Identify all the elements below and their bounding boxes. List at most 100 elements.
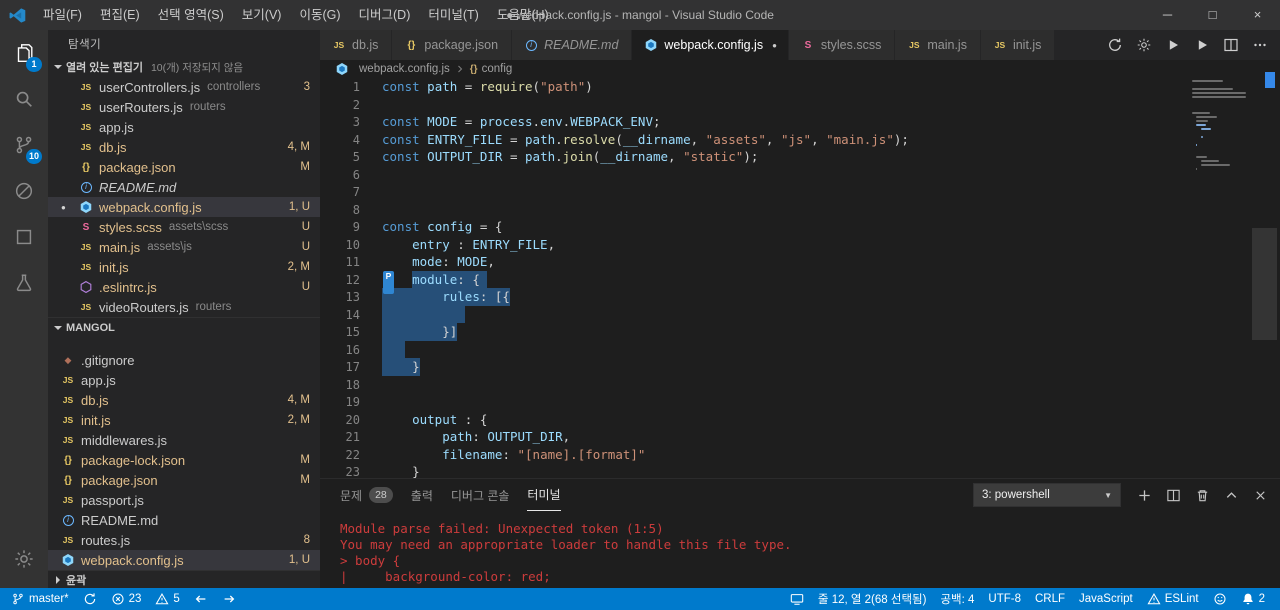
code-line-1[interactable]: 1 const path = require("path") xyxy=(320,78,1280,96)
split-editor-icon[interactable] xyxy=(1166,488,1181,503)
code-line-7[interactable]: 7 xyxy=(320,183,1280,201)
file-row-passport.js[interactable]: JS passport.js xyxy=(48,490,320,510)
tab-db.js[interactable]: JS db.js xyxy=(320,30,393,60)
code-line-22[interactable]: 22 filename: "[name].[format]" xyxy=(320,446,1280,464)
maximize-button[interactable]: □ xyxy=(1190,0,1235,30)
code-line-3[interactable]: 3 const MODE = process.env.WEBPACK_ENV; xyxy=(320,113,1280,131)
menu-item-1[interactable]: 편집(E) xyxy=(91,0,149,30)
status-errors[interactable]: 23 xyxy=(104,588,149,610)
status-git-branch[interactable]: master* xyxy=(4,588,76,610)
code-line-15[interactable]: 15 }] xyxy=(320,323,1280,341)
terminal-output[interactable]: Module parse failed: Unexpected token (1… xyxy=(320,511,1280,585)
panel-tab-1[interactable]: 출력 xyxy=(411,479,433,511)
menu-item-6[interactable]: 터미널(T) xyxy=(419,0,487,30)
activity-debug[interactable] xyxy=(0,168,48,214)
file-row-videoRouters.js[interactable]: JS videoRouters.js routers xyxy=(48,297,320,317)
tab-main.js[interactable]: JS main.js xyxy=(895,30,981,60)
code-line-12[interactable]: 12 P module: { xyxy=(320,270,1280,294)
code-line-16[interactable]: 16 xyxy=(320,340,1280,358)
status-nav-back[interactable] xyxy=(187,588,215,610)
code-line-14[interactable]: 14 xyxy=(320,305,1280,323)
menu-item-4[interactable]: 이동(G) xyxy=(290,0,349,30)
status-cursor-position[interactable]: 줄 12, 열 2(68 선택됨) xyxy=(811,588,934,610)
file-row-styles.scss[interactable]: Sstyles.scss assets\scss U xyxy=(48,217,320,237)
status-language-mode[interactable]: JavaScript xyxy=(1072,588,1140,610)
panel-tab-3[interactable]: 터미널 xyxy=(527,479,561,511)
gear-icon[interactable] xyxy=(1136,37,1152,53)
file-row-routes.js[interactable]: JS routes.js 8 xyxy=(48,530,320,550)
split-editor-icon[interactable] xyxy=(1223,37,1239,53)
status-indentation[interactable]: 공백: 4 xyxy=(933,588,981,610)
file-row-userControllers.js[interactable]: JS userControllers.js controllers 3 xyxy=(48,77,320,97)
code-line-4[interactable]: 4 const ENTRY_FILE = path.resolve(__dirna… xyxy=(320,131,1280,149)
file-row-README.md[interactable]: i README.md xyxy=(48,510,320,530)
chevron-up-icon[interactable] xyxy=(1224,488,1239,503)
file-row-.gitignore[interactable]: ◆ .gitignore xyxy=(48,350,320,370)
file-row-middlewares.js[interactable]: JS middlewares.js xyxy=(48,430,320,450)
open-editors-header[interactable]: 열려 있는 편집기 10(개) 저장되지 않음 xyxy=(48,57,320,77)
run-icon[interactable] xyxy=(1194,37,1210,53)
file-row-README.md[interactable]: i README.md xyxy=(48,177,320,197)
code-line-2[interactable]: 2 xyxy=(320,96,1280,114)
status-sync[interactable] xyxy=(76,588,104,610)
menu-item-3[interactable]: 보기(V) xyxy=(233,0,291,30)
file-row-db.js[interactable]: JS db.js 4, M xyxy=(48,390,320,410)
file-row-app.js[interactable]: JS app.js xyxy=(48,117,320,137)
code-line-21[interactable]: 21 path: OUTPUT_DIR, xyxy=(320,428,1280,446)
file-row-package-lock.json[interactable]: {} package-lock.json M xyxy=(48,450,320,470)
code-line-6[interactable]: 6 xyxy=(320,166,1280,184)
tab-styles.scss[interactable]: Sstyles.scss xyxy=(788,30,896,60)
menu-item-2[interactable]: 선택 영역(S) xyxy=(149,0,233,30)
breadcrumb-item[interactable]: config xyxy=(482,63,513,75)
minimap[interactable] xyxy=(1192,80,1248,172)
code-line-18[interactable]: 18 xyxy=(320,376,1280,394)
close-icon[interactable] xyxy=(1253,488,1268,503)
code-line-20[interactable]: 20 output : { xyxy=(320,411,1280,429)
activity-search[interactable] xyxy=(0,76,48,122)
file-row-webpack.config.js[interactable]: ● webpack.config.js 1, U xyxy=(48,197,320,217)
code-line-11[interactable]: 11 mode: MODE, xyxy=(320,253,1280,271)
status-feedback[interactable] xyxy=(1206,588,1234,610)
file-row-package.json[interactable]: {} package.json M xyxy=(48,470,320,490)
file-row-db.js[interactable]: JS db.js 4, M xyxy=(48,137,320,157)
more-icon[interactable] xyxy=(1252,37,1268,53)
menu-item-5[interactable]: 디버그(D) xyxy=(350,0,420,30)
file-row-app.js[interactable]: JS app.js xyxy=(48,370,320,390)
code-line-5[interactable]: 5 const OUTPUT_DIR = path.join(__dirname,… xyxy=(320,148,1280,166)
code-line-23[interactable]: 23 } xyxy=(320,463,1280,478)
status-screencast[interactable] xyxy=(783,588,811,610)
code-editor[interactable]: 1 const path = require("path") 2 3 const MOD… xyxy=(320,78,1280,478)
status-eol[interactable]: CRLF xyxy=(1028,588,1072,610)
sync-icon[interactable] xyxy=(1107,37,1123,53)
terminal-select[interactable]: 3: powershell ▼ xyxy=(973,483,1121,507)
file-row-init.js[interactable]: JS init.js 2, M xyxy=(48,410,320,430)
outline-header[interactable]: 윤곽 xyxy=(48,570,320,588)
status-nav-forward[interactable] xyxy=(215,588,243,610)
tab-package.json[interactable]: {} package.json xyxy=(392,30,513,60)
code-line-8[interactable]: 8 xyxy=(320,201,1280,219)
panel-tab-2[interactable]: 디버그 콘솔 xyxy=(451,479,510,511)
file-row-package.json[interactable]: {} package.json M xyxy=(48,157,320,177)
tab-webpack.config.js[interactable]: webpack.config.js ● xyxy=(632,30,789,60)
status-warnings[interactable]: 5 xyxy=(148,588,186,610)
file-row-userRouters.js[interactable]: JS userRouters.js routers xyxy=(48,97,320,117)
plus-icon[interactable] xyxy=(1137,488,1152,503)
activity-explorer[interactable]: 1 xyxy=(0,30,48,76)
code-line-19[interactable]: 19 xyxy=(320,393,1280,411)
status-encoding[interactable]: UTF-8 xyxy=(981,588,1028,610)
minimize-button[interactable]: ─ xyxy=(1145,0,1190,30)
file-row-.eslintrc.js[interactable]: .eslintrc.js U xyxy=(48,277,320,297)
file-row-webpack.config.js[interactable]: webpack.config.js 1, U xyxy=(48,550,320,570)
folder-header[interactable]: MANGOL xyxy=(48,317,320,337)
trash-icon[interactable] xyxy=(1195,488,1210,503)
activity-editor-layout[interactable] xyxy=(0,214,48,260)
panel-tab-0[interactable]: 문제 28 xyxy=(340,479,393,511)
activity-test[interactable] xyxy=(0,260,48,306)
code-line-10[interactable]: 10 entry : ENTRY_FILE, xyxy=(320,236,1280,254)
menu-item-0[interactable]: 파일(F) xyxy=(34,0,91,30)
code-line-9[interactable]: 9 const config = { xyxy=(320,218,1280,236)
tab-init.js[interactable]: JS init.js xyxy=(980,30,1056,60)
close-button[interactable]: × xyxy=(1235,0,1280,30)
status-eslint[interactable]: ESLint xyxy=(1140,588,1206,610)
file-row-init.js[interactable]: JS init.js 2, M xyxy=(48,257,320,277)
